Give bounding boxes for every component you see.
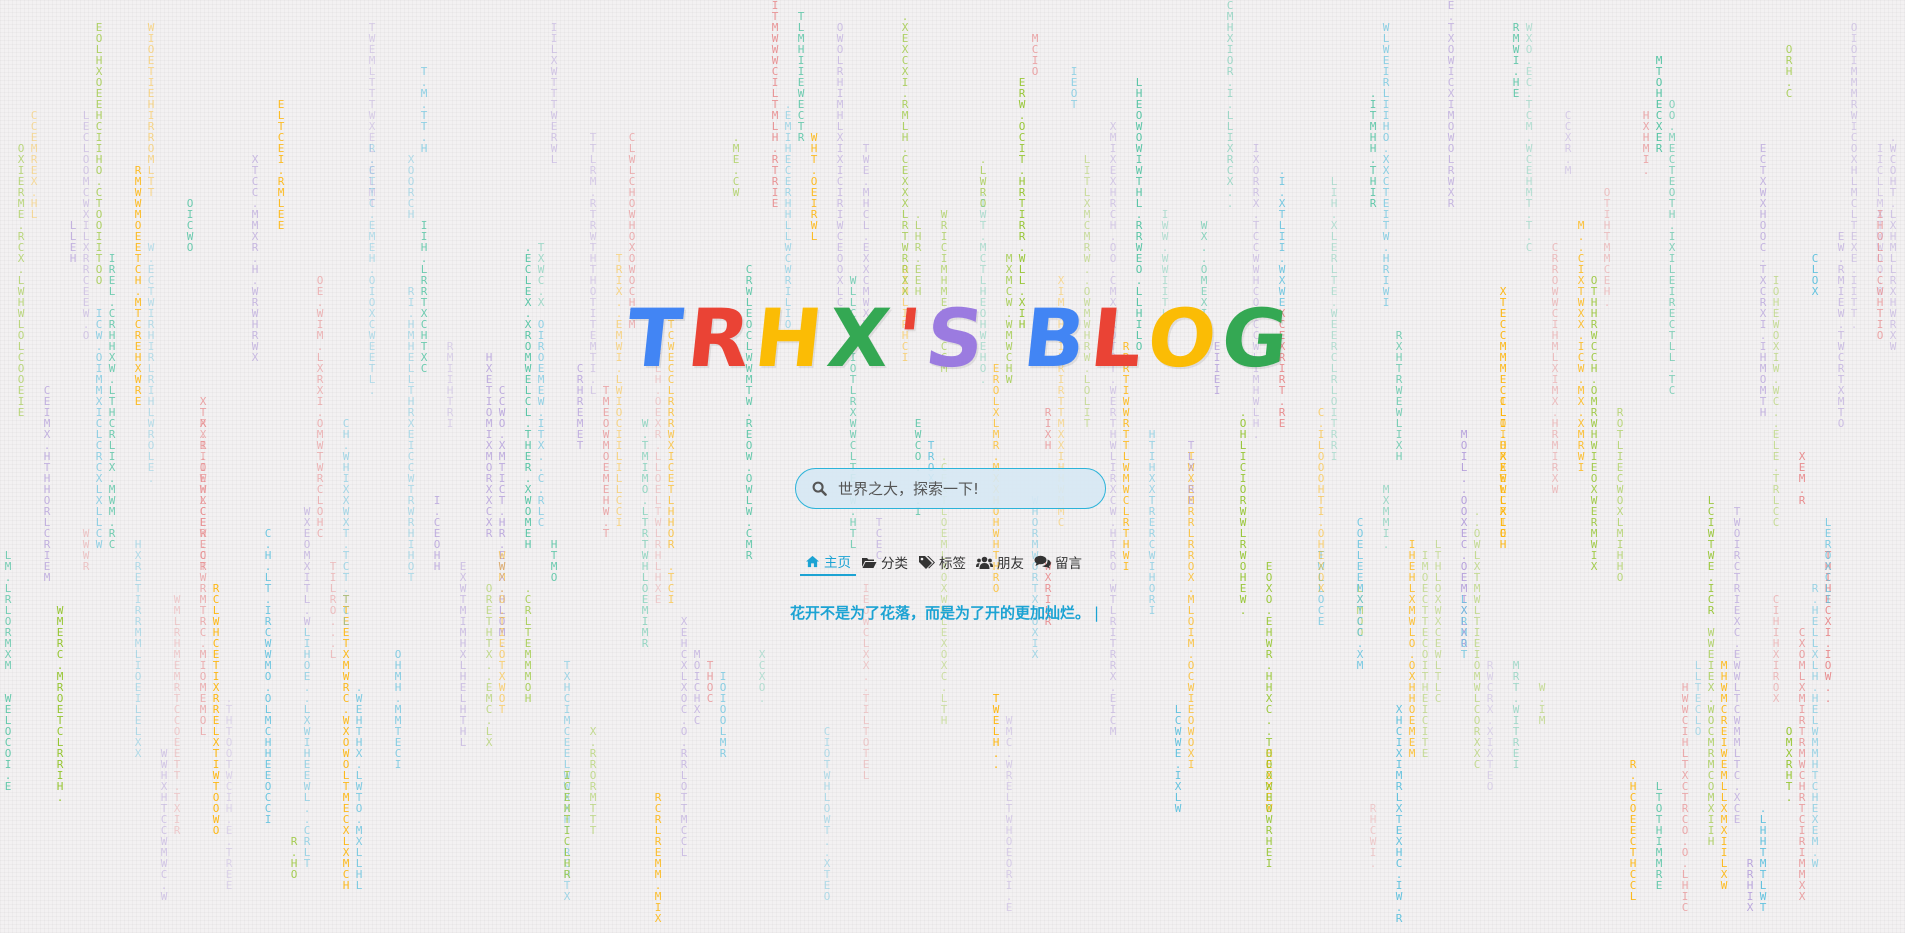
search-icon[interactable] <box>808 478 830 500</box>
logo-letter: X <box>823 291 901 385</box>
users-icon <box>976 556 997 569</box>
nav-item-label: 标签 <box>939 556 966 572</box>
nav-item-label: 留言 <box>1055 556 1082 572</box>
logo-letter: B <box>1018 291 1096 385</box>
nav-item-4[interactable]: 朋友 <box>971 548 1029 576</box>
main-nav: 主页 分类 标签 朋友 留言 <box>800 548 1087 576</box>
motto-typewriter: 花开不是为了花落，而是为了开的更加灿烂。 | <box>790 602 1099 623</box>
comments-icon <box>1034 555 1055 569</box>
typing-cursor: | <box>1094 604 1100 622</box>
logo-letter: H <box>750 291 834 385</box>
motto-text: 花开不是为了花落，而是为了开的更加灿烂。 <box>790 604 1091 622</box>
logo-letter: S <box>921 291 995 385</box>
tags-icon <box>918 555 939 569</box>
nav-item-1[interactable]: 主页 <box>800 548 856 576</box>
nav-item-label: 主页 <box>824 555 851 571</box>
logo-letter: L <box>1085 291 1153 385</box>
search-input[interactable] <box>836 478 1080 499</box>
nav-item-label: 朋友 <box>997 556 1024 572</box>
logo-letter: T <box>622 291 693 385</box>
hero-section: TRHX'S BLOG 主页 分类 标签 朋友 留言 花开不是为了花落，而是为了开的更加… <box>0 0 1905 933</box>
site-logo: T R H X ' S BLOG <box>622 288 1298 388</box>
folder-open-icon <box>861 556 881 569</box>
logo-letter: O <box>1142 291 1227 385</box>
nav-item-label: 分类 <box>881 556 908 572</box>
nav-item-2[interactable]: 分类 <box>856 548 913 576</box>
home-icon <box>805 555 824 568</box>
search-box[interactable] <box>795 468 1106 509</box>
logo-letter: R <box>682 291 761 385</box>
nav-item-5[interactable]: 留言 <box>1029 548 1087 576</box>
nav-item-3[interactable]: 标签 <box>913 548 971 576</box>
logo-letter: G <box>1216 291 1299 385</box>
